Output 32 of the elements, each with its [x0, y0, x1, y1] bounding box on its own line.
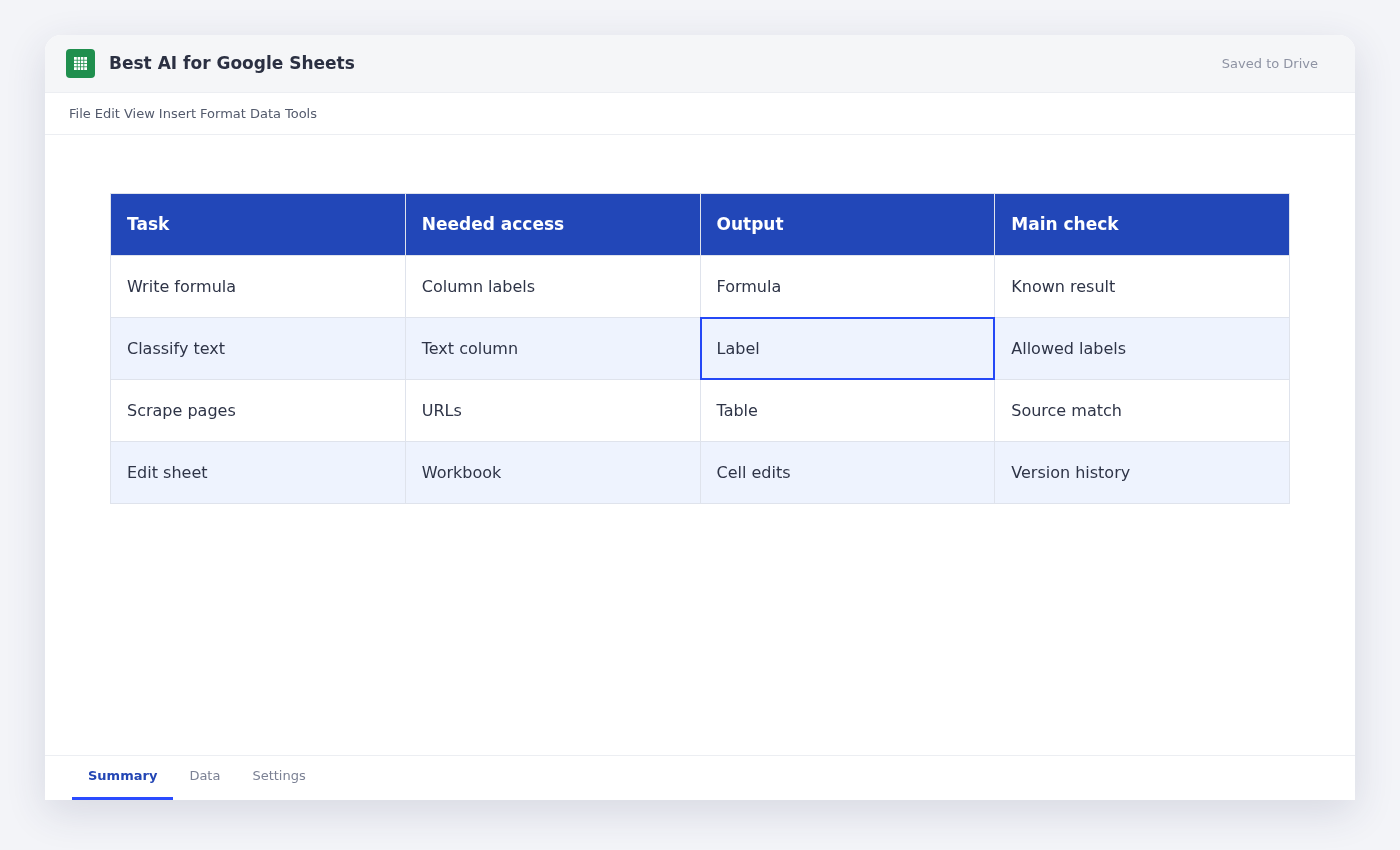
- table-cell[interactable]: Table: [700, 380, 996, 442]
- table-cell[interactable]: Version history: [995, 442, 1290, 504]
- menu-item[interactable]: Insert: [158, 107, 197, 120]
- table-cell[interactable]: Write formula: [111, 256, 406, 318]
- table-cell[interactable]: Edit sheet: [111, 442, 406, 504]
- table-cell[interactable]: Allowed labels: [995, 318, 1290, 380]
- sheet-tab[interactable]: Settings: [236, 757, 322, 800]
- menu-item[interactable]: Edit: [94, 107, 120, 120]
- spreadsheet-icon: [66, 49, 95, 78]
- table-cell[interactable]: Cell edits: [700, 442, 996, 504]
- column-header: Task: [111, 194, 406, 256]
- table-cell[interactable]: Scrape pages: [111, 380, 406, 442]
- table-cell[interactable]: URLs: [405, 380, 701, 442]
- sheet-tab[interactable]: Data: [173, 757, 237, 800]
- menu-item[interactable]: Data: [249, 107, 281, 120]
- column-header: Needed access: [405, 194, 701, 256]
- table-cell[interactable]: Classify text: [111, 318, 406, 380]
- menu-item[interactable]: View: [123, 107, 155, 120]
- table-cell[interactable]: Source match: [995, 380, 1290, 442]
- column-header: Main check: [995, 194, 1290, 256]
- table-cell[interactable]: Label: [699, 317, 996, 380]
- table-cell[interactable]: Known result: [995, 256, 1290, 318]
- table-cell[interactable]: Column labels: [405, 256, 701, 318]
- menu-item[interactable]: Format: [200, 107, 246, 120]
- sheet-tab[interactable]: Summary: [72, 757, 174, 800]
- table-cell[interactable]: Text column: [405, 318, 701, 380]
- window-title: Best AI for Google Sheets: [109, 51, 355, 75]
- menu-item[interactable]: File: [69, 107, 91, 120]
- save-status: Saved to Drive: [1221, 54, 1318, 73]
- table-cell[interactable]: Workbook: [405, 442, 701, 504]
- column-header: Output: [700, 194, 996, 256]
- menu-item[interactable]: Tools: [284, 107, 317, 120]
